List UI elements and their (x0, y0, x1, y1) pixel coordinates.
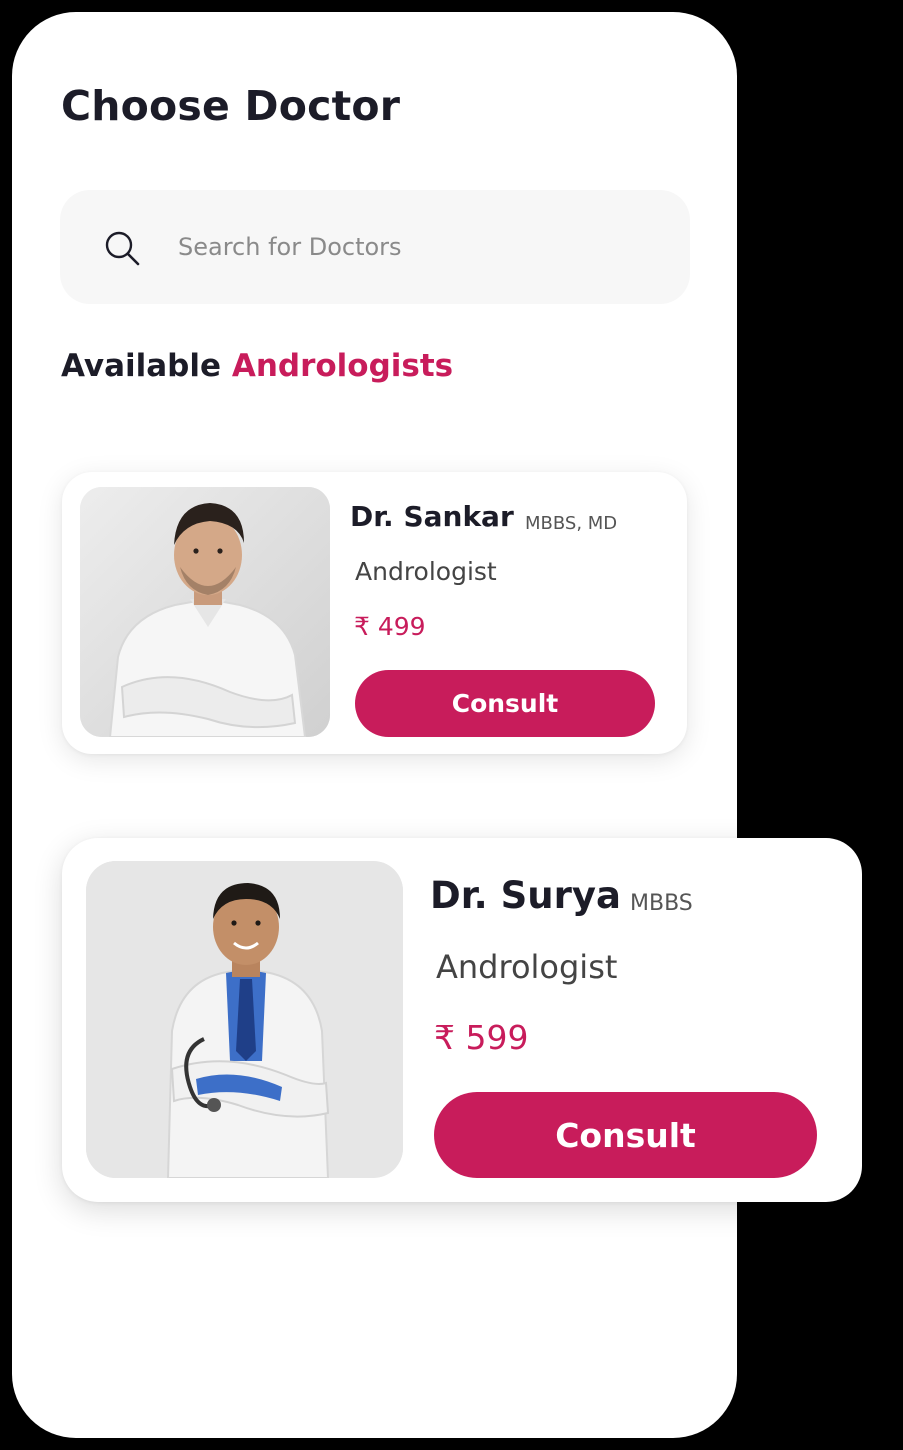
search-icon[interactable] (102, 228, 142, 268)
doctor-name: Dr. Surya (430, 874, 621, 917)
consult-price: ₹ 599 (434, 1018, 529, 1057)
search-input[interactable] (178, 226, 658, 268)
doctor-card[interactable]: Dr. Sankar MBBS, MD Andrologist ₹ 499 Co… (62, 472, 687, 754)
page-title: Choose Doctor (61, 82, 401, 130)
doctor-degree: MBBS (630, 891, 693, 916)
doctor-photo (80, 487, 330, 737)
consult-button[interactable]: Consult (355, 670, 655, 737)
doctor-card[interactable]: Dr. Surya MBBS Andrologist ₹ 599 Consult (62, 838, 862, 1202)
doctor-degree: MBBS, MD (525, 513, 618, 534)
doctor-photo (86, 861, 403, 1178)
section-heading-specialty: Andrologists (231, 348, 454, 384)
doctor-specialty: Andrologist (436, 948, 618, 986)
consult-price: ₹ 499 (354, 612, 426, 641)
section-heading: Available Andrologists (61, 348, 453, 384)
consult-button[interactable]: Consult (434, 1092, 817, 1178)
section-heading-prefix: Available (61, 348, 222, 384)
doctor-specialty: Andrologist (355, 557, 497, 586)
search-bar[interactable] (60, 190, 690, 304)
doctor-name: Dr. Sankar (350, 500, 514, 533)
